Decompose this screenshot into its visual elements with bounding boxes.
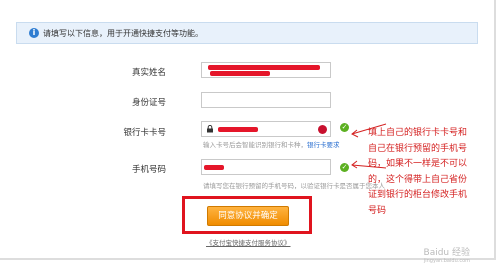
phone-label: 手机号码 [131,165,166,175]
lock-icon [207,125,213,133]
redacted-name [208,65,320,70]
annotation-text: 填上自己的银行卡卡号和自己在银行预留的手机号码，如果不一样是不可以的，这个得带上… [368,128,468,216]
watermark: Baidu 经验 [423,248,470,258]
real-name-label: 真实姓名 [131,68,166,78]
redacted-card [218,127,258,132]
card-number-input[interactable] [201,121,331,137]
bank-logo-icon [318,125,327,134]
phone-input[interactable] [201,159,331,175]
redacted-name-2 [210,71,270,76]
redacted-phone [204,165,224,170]
id-number-label: 身份证号 [131,98,166,108]
agreement-link[interactable]: 《支付宝快捷支付服务协议》 [206,237,291,247]
watermark-url: jingyan.baidu.com [423,258,470,264]
agree-submit-button[interactable]: 同意协议并确定 [207,206,289,226]
info-icon: i [29,28,39,38]
notice-text: 请填写以下信息，用于开通快捷支付等功能。 [43,28,203,38]
real-name-input[interactable] [201,62,331,78]
card-requirements-link[interactable]: 银行卡要求 [307,141,340,149]
card-hint: 输入卡号后会智能识别银行和卡种，银行卡要求 [203,141,340,149]
id-number-input[interactable] [201,92,331,108]
info-notice: i 请填写以下信息，用于开通快捷支付等功能。 [16,22,478,44]
card-number-label: 银行卡卡号 [123,128,166,138]
